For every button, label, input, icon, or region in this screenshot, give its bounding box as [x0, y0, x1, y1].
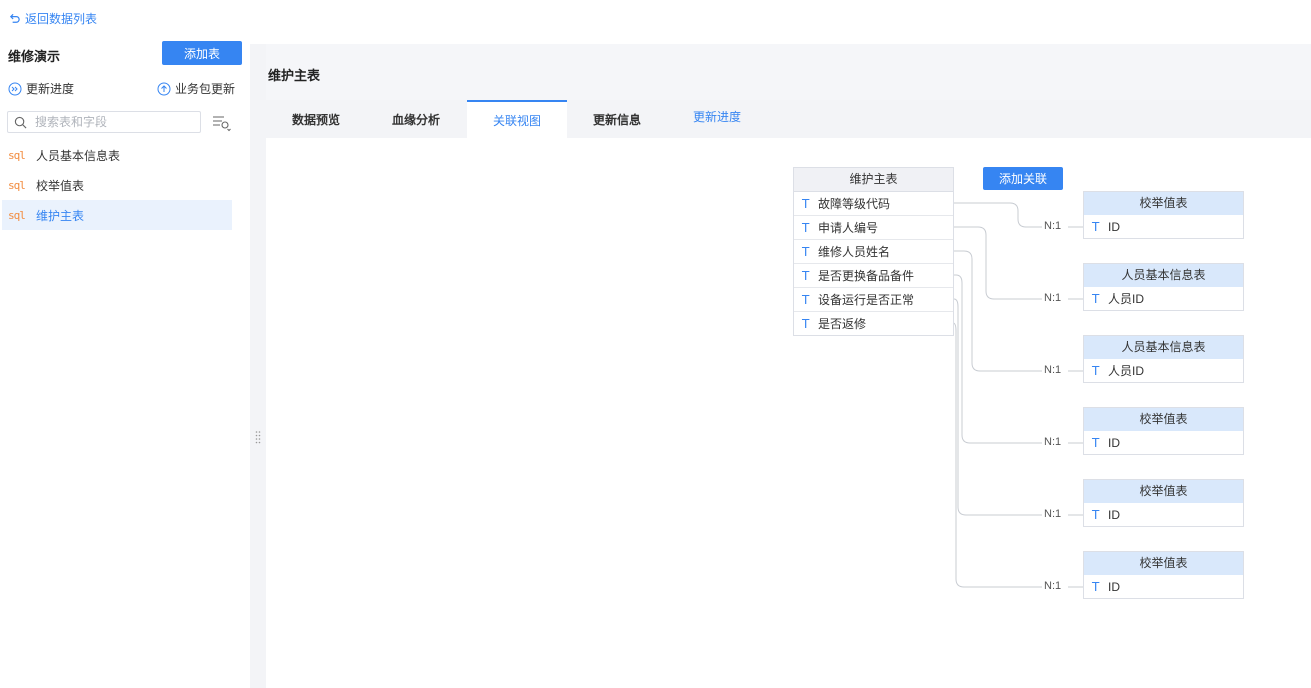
- relation-ratio-label: N:1: [1044, 364, 1062, 376]
- related-field-label: ID: [1108, 507, 1120, 522]
- table-item-label: 人员基本信息表: [36, 148, 121, 163]
- progress-icon: [8, 82, 22, 95]
- package-update-action[interactable]: 业务包更新: [157, 80, 235, 97]
- related-table-node[interactable]: 校举值表 T ID: [1083, 191, 1244, 239]
- related-table-node[interactable]: 校举值表 T ID: [1083, 479, 1244, 527]
- text-type-icon: T: [802, 196, 810, 211]
- related-table-header: 校举值表: [1084, 408, 1243, 431]
- main-table-header: 维护主表: [794, 168, 953, 192]
- sql-icon: sql: [8, 178, 26, 192]
- field-label: 申请人编号: [818, 221, 879, 235]
- related-field-label: ID: [1108, 579, 1120, 594]
- text-type-icon: T: [1092, 579, 1100, 594]
- related-field-label: 人员ID: [1108, 292, 1145, 306]
- relation-ratio-label: N:1: [1044, 292, 1062, 304]
- relation-ratio-label: N:1: [1044, 220, 1062, 232]
- text-type-icon: T: [1092, 507, 1100, 522]
- tab-update-progress[interactable]: 更新进度: [667, 97, 767, 135]
- table-item-label: 校举值表: [36, 178, 85, 193]
- relation-ratio-label: N:1: [1044, 508, 1062, 520]
- back-to-data-list-link[interactable]: 返回数据列表: [8, 10, 97, 27]
- top-bar: 返回数据列表: [0, 0, 1311, 38]
- related-table-node[interactable]: 校举值表 T ID: [1083, 407, 1244, 455]
- sql-icon: sql: [8, 148, 26, 162]
- table-item-personnel[interactable]: sql 人员基本信息表: [2, 140, 232, 170]
- text-type-icon: T: [1092, 291, 1100, 306]
- field-label: 是否返修: [818, 317, 867, 331]
- text-type-icon: T: [1092, 219, 1100, 234]
- search-box: [7, 111, 201, 133]
- table-item-enum-values[interactable]: sql 校举值表: [2, 170, 232, 200]
- field-row[interactable]: T 维修人员姓名: [794, 240, 953, 264]
- add-table-button[interactable]: 添加表: [162, 41, 242, 65]
- filter-icon[interactable]: [212, 114, 232, 132]
- search-input[interactable]: [33, 114, 187, 130]
- tab-lineage-analysis[interactable]: 血缘分析: [366, 100, 466, 138]
- main-table-node[interactable]: 维护主表 T 故障等级代码 T 申请人编号 T 维修人员姓名 T 是否更换备品备件 T设…: [793, 167, 954, 336]
- related-field-row[interactable]: T ID: [1084, 431, 1243, 454]
- field-row[interactable]: T 是否返修: [794, 312, 953, 335]
- package-title: 维修演示: [8, 49, 61, 64]
- field-label: 是否更换备品备件: [818, 269, 915, 283]
- tab-bar: 数据预览 血缘分析 关联视图 更新信息 更新进度: [266, 100, 1311, 138]
- panel-splitter: [250, 44, 266, 688]
- table-item-maintenance-main[interactable]: sql 维护主表: [2, 200, 232, 230]
- related-field-row[interactable]: T ID: [1084, 575, 1243, 598]
- table-item-label: 维护主表: [36, 208, 85, 223]
- related-table-node[interactable]: 人员基本信息表 T 人员ID: [1083, 263, 1244, 311]
- related-table-header: 校举值表: [1084, 552, 1243, 575]
- related-table-header: 校举值表: [1084, 192, 1243, 215]
- related-field-row[interactable]: T ID: [1084, 215, 1243, 238]
- related-field-label: ID: [1108, 219, 1120, 234]
- related-table-header: 人员基本信息表: [1084, 264, 1243, 287]
- field-row[interactable]: T 是否更换备品备件: [794, 264, 953, 288]
- tab-data-preview[interactable]: 数据预览: [266, 100, 366, 138]
- main-header: 维护主表: [266, 44, 1311, 100]
- text-type-icon: T: [802, 268, 810, 283]
- upload-icon: [157, 82, 171, 95]
- text-type-icon: T: [802, 292, 810, 307]
- table-list: sql 人员基本信息表 sql 校举值表 sql 维护主表: [2, 140, 232, 230]
- field-row[interactable]: T 设备运行是否正常: [794, 288, 953, 312]
- text-type-icon: T: [1092, 435, 1100, 450]
- related-field-label: ID: [1108, 435, 1120, 450]
- field-label: 故障等级代码: [818, 197, 891, 211]
- related-table-header: 人员基本信息表: [1084, 336, 1243, 359]
- back-link-label: 返回数据列表: [25, 12, 98, 26]
- package-update-label: 业务包更新: [175, 82, 236, 96]
- related-table-header: 校举值表: [1084, 480, 1243, 503]
- related-field-row[interactable]: T 人员ID: [1084, 359, 1243, 382]
- field-label: 设备运行是否正常: [818, 293, 915, 307]
- related-field-row[interactable]: T ID: [1084, 503, 1243, 526]
- search-icon: [14, 116, 27, 128]
- related-field-row[interactable]: T 人员ID: [1084, 287, 1243, 310]
- text-type-icon: T: [1092, 363, 1100, 378]
- relation-ratio-label: N:1: [1044, 436, 1062, 448]
- update-progress-action[interactable]: 更新进度: [8, 80, 74, 97]
- related-table-node[interactable]: 人员基本信息表 T 人员ID: [1083, 335, 1244, 383]
- add-relation-button[interactable]: 添加关联: [983, 167, 1063, 190]
- back-arrow-icon: [9, 13, 20, 23]
- related-table-node[interactable]: 校举值表 T ID: [1083, 551, 1244, 599]
- text-type-icon: T: [802, 316, 810, 331]
- update-progress-label: 更新进度: [26, 82, 75, 96]
- field-row[interactable]: T 申请人编号: [794, 216, 953, 240]
- relation-ratio-label: N:1: [1044, 580, 1062, 592]
- drag-handle-icon[interactable]: [255, 430, 261, 444]
- tab-update-info[interactable]: 更新信息: [567, 100, 667, 138]
- field-label: 维修人员姓名: [818, 245, 891, 259]
- text-type-icon: T: [802, 220, 810, 235]
- sidebar: 维修演示 添加表 更新进度 业务包更新 sql 人员基本信息表 sql 校举值表…: [0, 38, 250, 688]
- text-type-icon: T: [802, 244, 810, 259]
- field-row[interactable]: T 故障等级代码: [794, 192, 953, 216]
- related-field-label: 人员ID: [1108, 364, 1145, 378]
- tab-relation-view[interactable]: 关联视图: [467, 100, 567, 138]
- sql-icon: sql: [8, 208, 26, 222]
- page-title: 维护主表: [268, 68, 321, 83]
